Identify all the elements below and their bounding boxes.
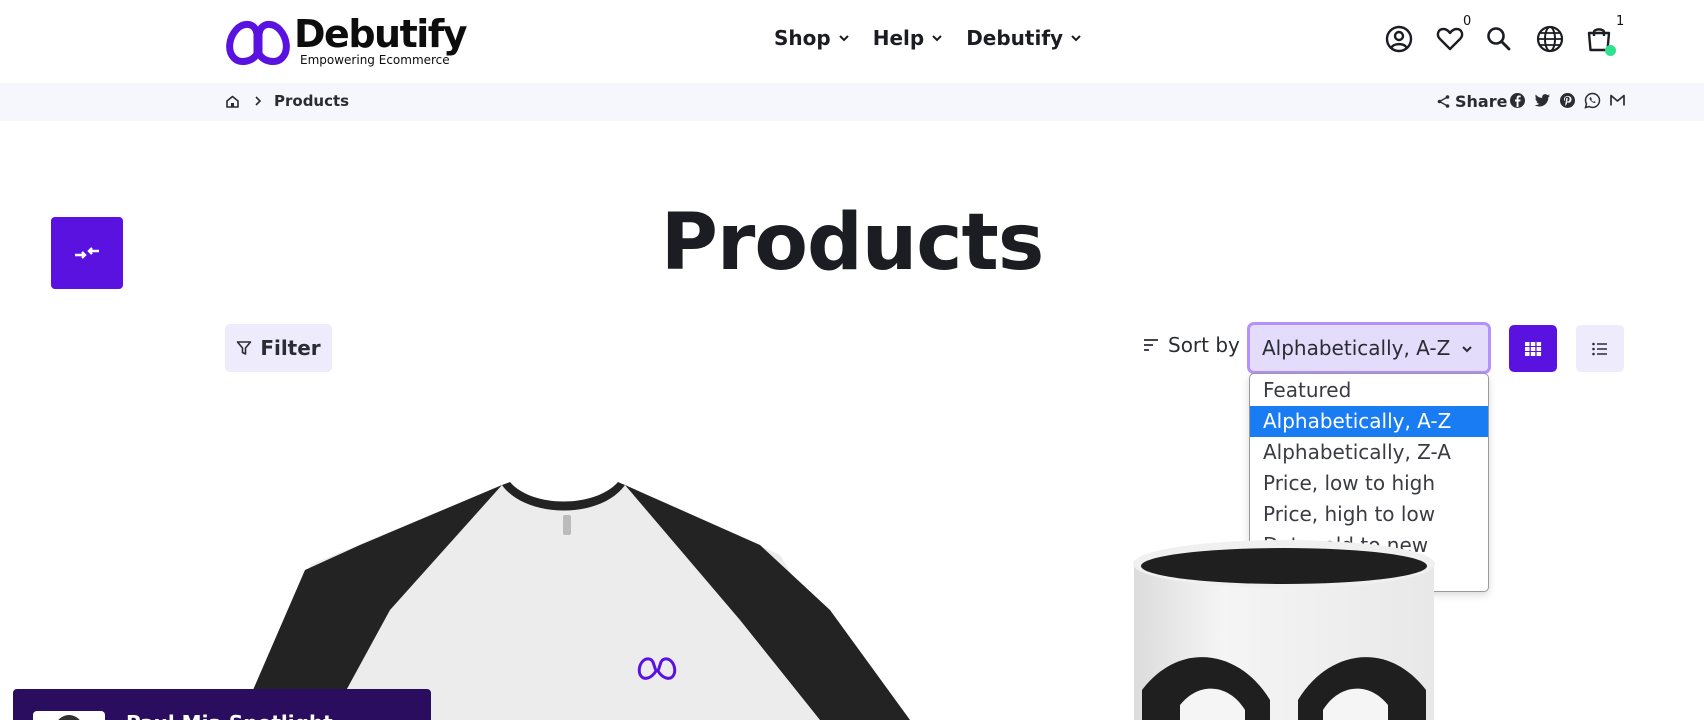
- popup-thumbnail: [33, 711, 105, 720]
- chevron-down-icon: [932, 35, 942, 42]
- sort-label-text: Sort by: [1168, 333, 1240, 357]
- brand-logo[interactable]: Debutify Empowering Ecommerce: [224, 11, 468, 67]
- home-icon[interactable]: [225, 94, 240, 109]
- sort-selected-value: Alphabetically, A-Z: [1262, 336, 1451, 360]
- grid-view-button[interactable]: [1509, 325, 1557, 372]
- sales-popup[interactable]: Paul Mia Spotlight: [13, 689, 431, 720]
- chevron-down-icon: [1462, 346, 1472, 353]
- sort-option-alpha-asc[interactable]: Alphabetically, A-Z: [1250, 406, 1488, 437]
- sort-option-price-asc[interactable]: Price, low to high: [1250, 468, 1488, 499]
- site-header: Debutify Empowering Ecommerce Shop Help …: [0, 0, 1704, 83]
- filter-button[interactable]: Filter: [225, 324, 332, 372]
- main-nav: Shop Help Debutify: [774, 26, 1083, 50]
- sort-option-alpha-desc[interactable]: Alphabetically, Z-A: [1250, 437, 1488, 468]
- filter-label: Filter: [260, 336, 321, 360]
- heart-icon: [1436, 27, 1464, 51]
- product-image-mug[interactable]: [1120, 540, 1460, 720]
- cart-status-dot: [1605, 45, 1616, 56]
- filter-icon: [237, 341, 252, 355]
- nav-shop[interactable]: Shop: [774, 26, 851, 50]
- logo-text: Debutify Empowering Ecommerce: [294, 11, 468, 67]
- grid-icon: [1525, 341, 1542, 356]
- list-view-button[interactable]: [1576, 325, 1624, 372]
- account-icon: [1385, 25, 1413, 53]
- account-button[interactable]: [1384, 24, 1414, 54]
- whatsapp-icon[interactable]: [1584, 92, 1601, 109]
- sort-option-featured[interactable]: Featured: [1250, 375, 1488, 406]
- email-icon[interactable]: [1609, 92, 1626, 109]
- popup-thumbnail-image: [55, 715, 83, 720]
- sort-icon: [1144, 339, 1158, 351]
- twitter-icon[interactable]: [1534, 92, 1551, 109]
- nav-debutify[interactable]: Debutify: [966, 26, 1083, 50]
- share-label: Share: [1455, 92, 1508, 111]
- nav-help-label: Help: [872, 26, 925, 50]
- share-button[interactable]: Share: [1436, 92, 1507, 111]
- chevron-down-icon: [1071, 35, 1081, 42]
- brand-tagline: Empowering Ecommerce: [300, 52, 450, 67]
- facebook-icon[interactable]: [1509, 92, 1526, 109]
- language-button[interactable]: [1535, 24, 1565, 54]
- globe-icon: [1536, 25, 1564, 53]
- chevron-right-icon: [255, 96, 262, 106]
- chevron-down-icon: [838, 35, 849, 42]
- nav-debutify-label: Debutify: [966, 26, 1064, 50]
- list-icon: [1592, 342, 1607, 355]
- breadcrumb-bar: Products Share: [0, 83, 1704, 121]
- nav-shop-label: Shop: [774, 26, 831, 50]
- butterfly-logo-icon: [226, 20, 290, 65]
- sort-by-label: Sort by: [1142, 333, 1240, 357]
- page-title: Products: [660, 198, 1045, 288]
- sort-select[interactable]: Alphabetically, A-Z: [1247, 322, 1491, 374]
- sort-option-price-desc[interactable]: Price, high to low: [1250, 499, 1488, 530]
- breadcrumb-current: Products: [274, 92, 350, 110]
- search-icon: [1487, 27, 1511, 51]
- wishlist-count: 0: [1463, 14, 1472, 29]
- brand-name: Debutify: [294, 11, 468, 56]
- search-button[interactable]: [1484, 24, 1514, 54]
- pinterest-icon[interactable]: [1559, 92, 1576, 109]
- cart-count: 1: [1616, 14, 1625, 29]
- wishlist-button[interactable]: [1435, 24, 1465, 54]
- nav-help[interactable]: Help: [873, 26, 944, 50]
- share-icon: [1437, 95, 1450, 108]
- popup-text: Paul Mia Spotlight: [126, 711, 333, 720]
- product-image-raglan-shirt[interactable]: [240, 470, 920, 720]
